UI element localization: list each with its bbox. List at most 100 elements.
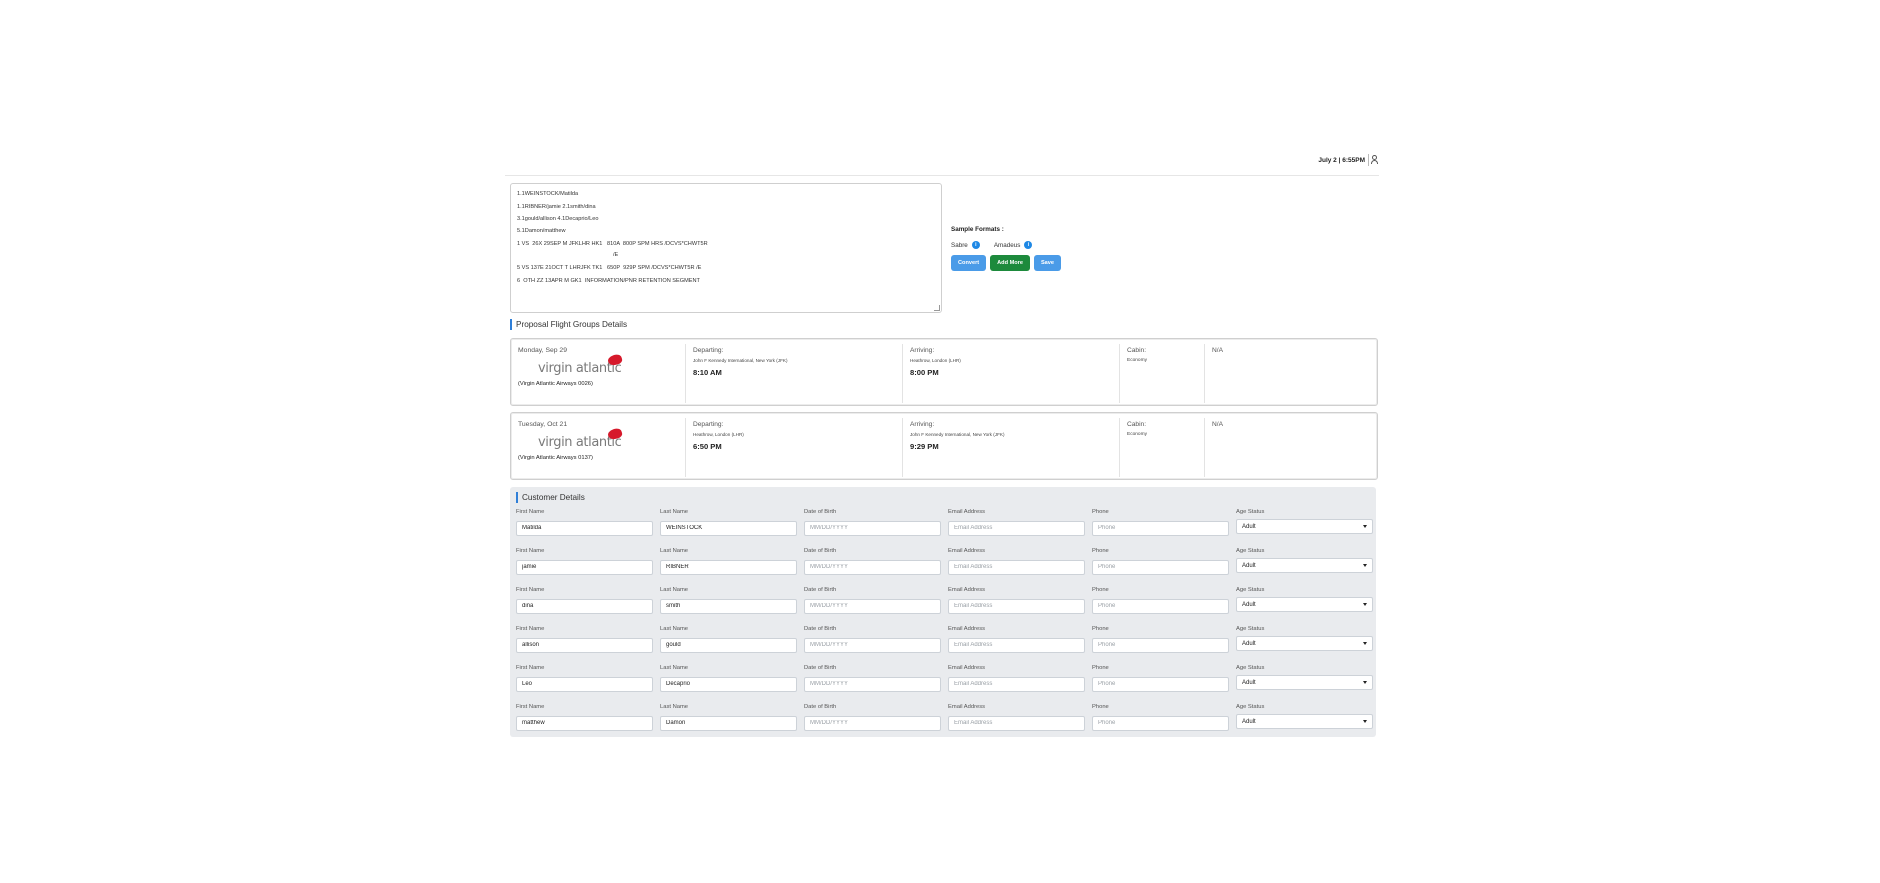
last-name-input[interactable] xyxy=(660,598,797,614)
arriving-info: Arriving: Heathrow, London (LHR) 8:00 PM xyxy=(902,344,1120,403)
extra-info: N/A xyxy=(1204,344,1372,403)
email-input[interactable] xyxy=(948,598,1085,614)
departing-airport: John F Kennedy International, New York (… xyxy=(693,358,788,363)
last-name-input[interactable] xyxy=(660,637,797,653)
email-label: Email Address xyxy=(948,509,986,515)
customer-details-title: Customer Details xyxy=(516,492,585,503)
flight-date: Monday, Sep 29 xyxy=(518,347,567,354)
first-name-group: First Name xyxy=(516,509,653,536)
email-input[interactable] xyxy=(948,637,1085,653)
first-name-input[interactable] xyxy=(516,520,653,536)
date-of-birth-group: Date of Birth xyxy=(804,509,941,536)
first-name-input[interactable] xyxy=(516,676,653,692)
date-of-birth-input[interactable] xyxy=(804,676,941,692)
phone-input[interactable] xyxy=(1092,559,1229,575)
age-status-select[interactable]: Adult xyxy=(1236,636,1373,651)
cabin-info: Cabin: Economy xyxy=(1119,418,1205,477)
phone-input[interactable] xyxy=(1092,715,1229,731)
pnr-line: 1.1RIBNER/jamie 2.1smith/dina xyxy=(517,204,596,210)
pnr-line: /E xyxy=(613,252,619,258)
phone-input[interactable] xyxy=(1092,520,1229,536)
first-name-input[interactable] xyxy=(516,559,653,575)
cabin-value: Economy xyxy=(1127,358,1147,363)
age-status-label: Age Status xyxy=(1236,704,1265,710)
first-name-label: First Name xyxy=(516,509,545,515)
age-status-label: Age Status xyxy=(1236,509,1265,515)
last-name-input[interactable] xyxy=(660,559,797,575)
last-name-input[interactable] xyxy=(660,715,797,731)
pnr-line: 6 OTH ZZ 13APR M GK1 INFORMATION/PNR RET… xyxy=(517,278,700,284)
email-group: Email Address xyxy=(948,548,1085,575)
age-status-select[interactable]: Adult xyxy=(1236,675,1373,690)
date-of-birth-input[interactable] xyxy=(804,637,941,653)
date-of-birth-input[interactable] xyxy=(804,559,941,575)
airline-logo: virgin atlantic xyxy=(538,427,628,451)
email-input[interactable] xyxy=(948,520,1085,536)
email-label: Email Address xyxy=(948,704,986,710)
age-status-select[interactable]: Adult xyxy=(1236,714,1373,729)
add-more-button[interactable]: Add More xyxy=(990,255,1030,271)
age-status-value: Adult xyxy=(1242,718,1256,725)
age-status-select[interactable]: Adult xyxy=(1236,519,1373,534)
date-of-birth-input[interactable] xyxy=(804,520,941,536)
departing-info: Departing: John F Kennedy International,… xyxy=(685,344,903,403)
last-name-label: Last Name xyxy=(660,509,689,515)
chevron-down-icon xyxy=(1363,564,1367,567)
first-name-input[interactable] xyxy=(516,715,653,731)
date-of-birth-input[interactable] xyxy=(804,715,941,731)
pnr-line: 3.1gould/allison 4.1Decaprio/Leo xyxy=(517,216,599,222)
convert-button[interactable]: Convert xyxy=(951,255,987,271)
date-of-birth-group: Date of Birth xyxy=(804,587,941,614)
pnr-line: 5 VS 137E 21OCT T LHRJFK TK1 650P 929P S… xyxy=(517,265,702,271)
first-name-label: First Name xyxy=(516,665,545,671)
extra-info: N/A xyxy=(1204,418,1372,477)
first-name-input[interactable] xyxy=(516,598,653,614)
phone-label: Phone xyxy=(1092,626,1109,632)
phone-label: Phone xyxy=(1092,704,1109,710)
age-status-select[interactable]: Adult xyxy=(1236,597,1373,612)
flight-card: Monday, Sep 29 virgin atlantic (Virgin A… xyxy=(510,338,1378,406)
date-of-birth-label: Date of Birth xyxy=(804,626,837,632)
phone-input[interactable] xyxy=(1092,676,1229,692)
phone-input[interactable] xyxy=(1092,598,1229,614)
format-label: Amadeus xyxy=(993,241,1021,249)
chevron-down-icon xyxy=(1363,603,1367,606)
info-icon[interactable]: i xyxy=(1024,241,1033,249)
phone-input[interactable] xyxy=(1092,637,1229,653)
email-input[interactable] xyxy=(948,715,1085,731)
user-icon[interactable] xyxy=(1368,154,1378,166)
app-container: July 2 | 6:55PM 1.1WEINSTOCK/Matilda 1.1… xyxy=(505,147,1379,737)
save-button[interactable]: Save xyxy=(1033,255,1062,271)
pnr-textarea[interactable]: 1.1WEINSTOCK/Matilda 1.1RIBNER/jamie 2.1… xyxy=(510,183,942,313)
email-input[interactable] xyxy=(948,559,1085,575)
first-name-input[interactable] xyxy=(516,637,653,653)
first-name-group: First Name xyxy=(516,626,653,653)
resize-grip-icon[interactable] xyxy=(934,305,940,311)
age-status-select[interactable]: Adult xyxy=(1236,558,1373,573)
date-of-birth-group: Date of Birth xyxy=(804,626,941,653)
date-of-birth-label: Date of Birth xyxy=(804,587,837,593)
age-status-value: Adult xyxy=(1242,523,1256,530)
info-icon[interactable]: i xyxy=(971,241,980,249)
date-of-birth-input[interactable] xyxy=(804,598,941,614)
last-name-input[interactable] xyxy=(660,520,797,536)
datetime-display: July 2 | 6:55PM xyxy=(1318,157,1365,164)
format-amadeus: Amadeus i xyxy=(994,241,1033,249)
phone-label: Phone xyxy=(1092,509,1109,515)
last-name-group: Last Name xyxy=(660,509,797,536)
email-label: Email Address xyxy=(948,587,986,593)
last-name-label: Last Name xyxy=(660,587,689,593)
last-name-group: Last Name xyxy=(660,665,797,692)
email-input[interactable] xyxy=(948,676,1085,692)
last-name-input[interactable] xyxy=(660,676,797,692)
top-bar: July 2 | 6:55PM xyxy=(505,147,1379,176)
last-name-group: Last Name xyxy=(660,626,797,653)
email-group: Email Address xyxy=(948,626,1085,653)
email-group: Email Address xyxy=(948,704,1085,731)
last-name-group: Last Name xyxy=(660,587,797,614)
extra-value: N/A xyxy=(1212,347,1223,354)
age-status-value: Adult xyxy=(1242,562,1256,569)
departing-time: 8:10 AM xyxy=(693,368,722,377)
departing-airport: Heathrow, London (LHR) xyxy=(693,432,744,437)
age-status-group: Age Status Adult xyxy=(1236,548,1373,573)
